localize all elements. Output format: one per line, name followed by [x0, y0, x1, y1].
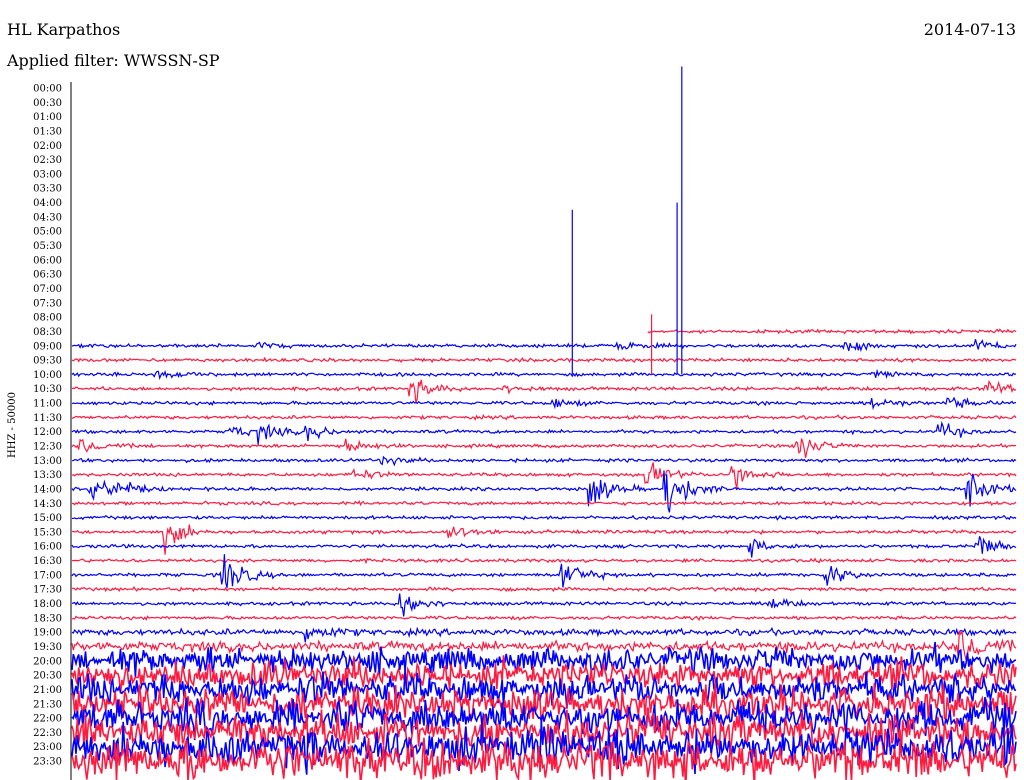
time-tick-label: 17:30: [33, 585, 62, 596]
time-tick-label: 19:00: [33, 628, 62, 639]
time-tick-label: 15:30: [33, 527, 62, 538]
time-tick-label: 17:00: [33, 570, 62, 581]
time-tick-label: 06:30: [33, 270, 62, 281]
time-tick-label: 11:00: [33, 399, 62, 410]
time-tick-label: 01:00: [33, 112, 62, 123]
trace-row-1630: [71, 557, 1017, 565]
time-tick-label: 19:30: [33, 642, 62, 653]
time-tick-label: 11:30: [33, 413, 62, 424]
time-tick-label: 14:00: [33, 484, 62, 495]
time-tick-label: 00:00: [33, 84, 62, 95]
time-tick-label: 04:00: [33, 198, 62, 209]
time-tick-label: 08:00: [33, 313, 62, 324]
trace-row-1900: [71, 626, 1017, 643]
trace-row-1800: [71, 593, 1017, 617]
time-tick-label: 00:30: [33, 98, 62, 109]
time-tick-label: 08:30: [33, 327, 62, 338]
time-tick-label: 09:30: [33, 356, 62, 367]
time-tick-label: 23:00: [33, 742, 62, 753]
time-tick-label: 01:30: [33, 126, 62, 137]
trace-row-1130: [71, 414, 1017, 421]
trace-layer: [71, 66, 1017, 780]
trace-row-1730: [71, 585, 1017, 593]
trace-row-1200: [71, 420, 1017, 445]
time-tick-label: 20:30: [33, 671, 62, 682]
trace-row-1230: [71, 438, 1017, 458]
time-tick-label: 18:00: [33, 599, 62, 610]
trace-row-1600: [71, 536, 1017, 558]
trace-row-1100: [71, 396, 1017, 411]
trace-row-0830: [647, 328, 1017, 335]
trace-row-0900: [71, 339, 1017, 353]
time-tick-label: 20:00: [33, 656, 62, 667]
time-tick-label: 07:30: [33, 298, 62, 309]
time-tick-label: 15:00: [33, 513, 62, 524]
time-tick-labels: 00:00 00:30 01:00 01:30 02:00 02:30 03:00 03:30…: [33, 84, 62, 768]
trace-row-1830: [71, 615, 1017, 622]
time-tick-label: 13:30: [33, 470, 62, 481]
time-tick-label: 21:00: [33, 685, 62, 696]
trace-row-1500: [71, 514, 1017, 521]
time-tick-label: 09:00: [33, 341, 62, 352]
time-tick-label: 22:30: [33, 728, 62, 739]
time-tick-label: 02:30: [33, 155, 62, 166]
time-tick-label: 03:00: [33, 169, 62, 180]
helicorder-plot: HHZ - 50000 00:00 00:30 01:00 01:30 02:00 02:…: [7, 66, 1017, 780]
time-tick-label: 23:30: [33, 757, 62, 768]
trace-row-1030: [71, 379, 1017, 403]
trace-row-1530: [72, 524, 1017, 555]
trace-row-1700: [71, 554, 1017, 588]
time-tick-label: 12:00: [33, 427, 62, 438]
time-tick-label: 21:30: [33, 699, 62, 710]
time-tick-label: 05:30: [33, 241, 62, 252]
time-tick-label: 13:00: [33, 456, 62, 467]
time-tick-label: 10:30: [33, 384, 62, 395]
time-tick-label: 12:30: [33, 442, 62, 453]
time-tick-label: 03:30: [33, 184, 62, 195]
time-tick-label: 07:00: [33, 284, 62, 295]
time-tick-label: 22:00: [33, 714, 62, 725]
time-tick-label: 06:00: [33, 255, 62, 266]
trace-row-1000: [71, 368, 1017, 381]
trace-row-1400: [71, 470, 1017, 513]
trace-row-1430: [71, 499, 1017, 507]
channel-label: HHZ - 50000: [7, 392, 18, 458]
time-tick-label: 10:00: [33, 370, 62, 381]
time-tick-label: 05:00: [33, 227, 62, 238]
trace-row-1300: [71, 455, 1017, 467]
time-tick-label: 16:30: [33, 556, 62, 567]
trace-row-0930: [71, 356, 1017, 364]
time-tick-label: 02:00: [33, 141, 62, 152]
time-tick-label: 04:30: [33, 212, 62, 223]
trace-row-1330: [71, 462, 1017, 490]
time-tick-label: 18:30: [33, 613, 62, 624]
time-tick-label: 16:00: [33, 542, 62, 553]
time-tick-label: 14:30: [33, 499, 62, 510]
